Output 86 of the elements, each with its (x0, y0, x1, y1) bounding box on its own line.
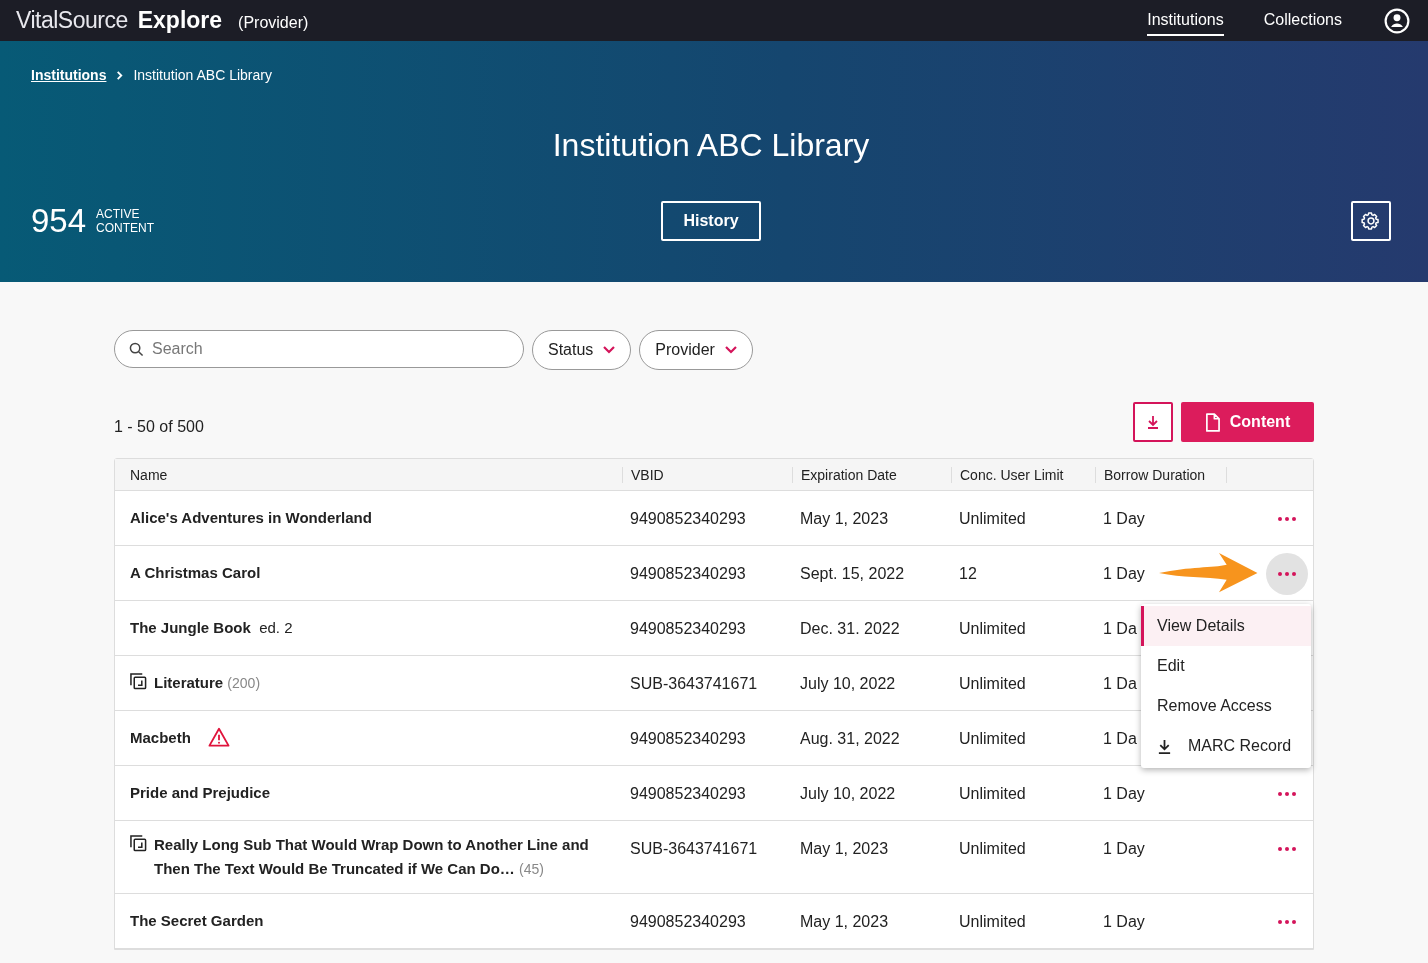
settings-icon (1361, 211, 1381, 231)
vbid-cell-text: 9490852340293 (630, 509, 746, 529)
chevron-down-icon (724, 346, 737, 354)
nav-tab[interactable]: Collections (1263, 5, 1342, 36)
search-field[interactable]: Search (114, 330, 524, 368)
duration-cell-text: 1 Day (1103, 839, 1145, 859)
logo: VitalSource (16, 7, 128, 34)
vbid-cell-text: 9490852340293 (630, 619, 746, 639)
filter-dropdown[interactable]: Provider (639, 330, 753, 370)
duration-cell-text: 1 Day (1103, 564, 1145, 584)
title-cell[interactable]: Alice's Adventures in Wonderland (130, 506, 372, 530)
history-button[interactable]: History (661, 201, 761, 241)
download-button[interactable] (1133, 402, 1173, 442)
settings-button[interactable] (1351, 201, 1391, 241)
download-icon (1157, 738, 1172, 754)
duration-cell-text: 1 Da (1103, 674, 1137, 694)
date-cell-text: July 10, 2022 (800, 784, 896, 804)
limit-cell-text: 12 (959, 564, 977, 584)
date-cell-text: Aug. 31, 2022 (800, 729, 900, 749)
limit-cell-text: Unlimited (959, 784, 1026, 804)
column-header: Name (129, 466, 169, 483)
content-count: 954 (31, 202, 87, 240)
title-cell[interactable]: A Christmas Carol (130, 561, 261, 585)
date-cell-text: Dec. 31. 2022 (800, 619, 900, 639)
menu-item[interactable]: View Details (1141, 606, 1311, 646)
add-content-button[interactable]: Content (1181, 402, 1314, 442)
column-header: Expiration Date (792, 466, 951, 483)
limit-cell-text: Unlimited (959, 509, 1026, 529)
title-cell[interactable]: Macbeth (130, 726, 191, 750)
duration-cell-text: 1 Day (1103, 509, 1145, 529)
count-label: ACTIVE CONTENT (96, 207, 155, 235)
title-cell[interactable]: Pride and Prejudice (130, 781, 271, 805)
title-cell[interactable]: The Secret Garden (130, 909, 264, 933)
duration-cell-text: 1 Da (1103, 619, 1137, 639)
more-icon (1278, 572, 1296, 576)
vbid-cell-text: 9490852340293 (630, 729, 746, 749)
page-title: Institution ABC Library (551, 127, 871, 164)
vbid-cell-text: 9490852340293 (630, 784, 746, 804)
column-header: VBID (622, 466, 792, 483)
title-cell[interactable]: Really Long Sub That Would Wrap Down to Another Line and Then The Text Would Be Truncated if We Can Do… (45) (154, 833, 612, 881)
column-header: Conc. User Limit (951, 466, 1095, 483)
more-icon (1278, 792, 1296, 796)
date-cell-text: Sept. 15, 2022 (800, 564, 905, 584)
breadcrumb-link[interactable]: Institutions (31, 67, 107, 83)
limit-cell-text: Unlimited (959, 619, 1026, 639)
chevron-right-icon (115, 70, 125, 80)
menu-item[interactable]: Edit (1141, 646, 1311, 686)
more-icon (1278, 517, 1296, 521)
date-cell-text: May 1, 2023 (800, 839, 889, 859)
account-icon[interactable] (1384, 7, 1410, 34)
collection-icon (130, 673, 147, 690)
collection-icon (130, 835, 147, 852)
role-label: (Provider) (238, 14, 309, 32)
product-name: Explore (137, 7, 223, 34)
duration-cell-text: 1 Da (1103, 729, 1137, 749)
more-icon (1278, 920, 1296, 924)
chevron-down-icon (603, 346, 616, 354)
vbid-cell-text: 9490852340293 (630, 564, 746, 584)
filter-dropdown[interactable]: Status (532, 330, 632, 370)
download-icon (1145, 414, 1161, 430)
limit-cell-text: Unlimited (959, 729, 1026, 749)
search-icon (129, 341, 144, 357)
more-icon (1278, 847, 1296, 851)
results-count: 1 - 50 of 500 (114, 418, 204, 436)
more-button[interactable] (1266, 553, 1308, 595)
duration-cell-text: 1 Day (1103, 784, 1145, 804)
breadcrumb-current: Institution ABC Library (133, 67, 272, 83)
vbid-cell-text: 9490852340293 (630, 912, 746, 932)
duration-cell-text: 1 Day (1103, 912, 1145, 932)
date-cell-text: July 10, 2022 (800, 674, 896, 694)
title-cell[interactable]: Literature (200) (154, 671, 261, 695)
warning-icon (207, 727, 230, 747)
vbid-cell-text: SUB-3643741671 (630, 674, 758, 694)
limit-cell-text: Unlimited (959, 912, 1026, 932)
date-cell-text: May 1, 2023 (800, 912, 889, 932)
title-cell[interactable]: The Jungle Book ed. 2 (130, 616, 293, 640)
limit-cell-text: Unlimited (959, 674, 1026, 694)
column-header: Borrow Duration (1095, 466, 1226, 483)
document-icon (1204, 412, 1220, 432)
menu-item[interactable]: Remove Access (1141, 686, 1311, 726)
vbid-cell-text: SUB-3643741671 (630, 839, 758, 859)
menu-item[interactable]: MARC Record (1141, 726, 1311, 766)
nav-tab[interactable]: Institutions (1147, 5, 1224, 36)
search-input[interactable]: Search (152, 331, 509, 367)
date-cell-text: May 1, 2023 (800, 509, 889, 529)
limit-cell-text: Unlimited (959, 839, 1026, 859)
